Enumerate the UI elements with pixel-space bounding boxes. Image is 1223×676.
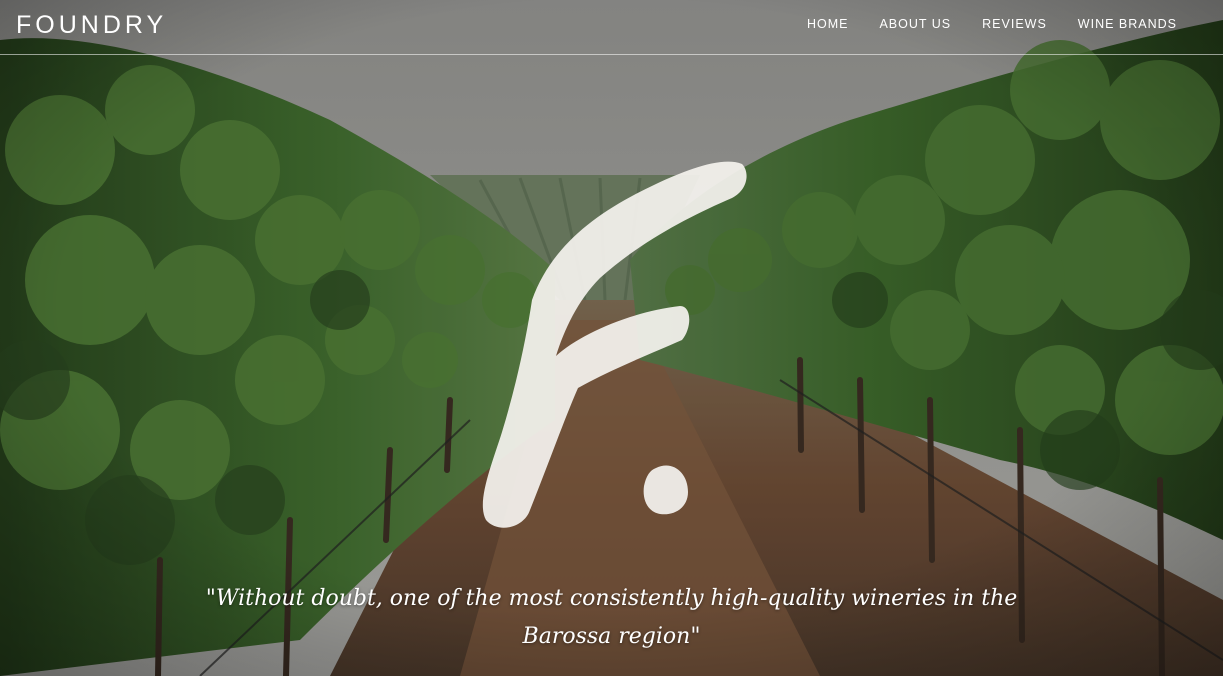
nav-link-reviews[interactable]: REVIEWS <box>982 17 1047 31</box>
nav-link-about-us[interactable]: ABOUT US <box>879 17 951 31</box>
nav-link-home[interactable]: HOME <box>807 17 849 31</box>
hero-quote: "Without doubt, one of the most consiste… <box>205 586 1018 649</box>
top-navigation-bar: FOUNDRY HOME ABOUT US REVIEWS WINE BRAND… <box>0 0 1223 55</box>
site-logo[interactable]: FOUNDRY <box>16 11 167 40</box>
hero-section: FOUNDRY HOME ABOUT US REVIEWS WINE BRAND… <box>0 0 1223 676</box>
main-nav: HOME ABOUT US REVIEWS WINE BRANDS <box>807 17 1177 31</box>
brand-monogram-icon <box>482 161 747 528</box>
nav-link-wine-brands[interactable]: WINE BRANDS <box>1078 17 1177 31</box>
